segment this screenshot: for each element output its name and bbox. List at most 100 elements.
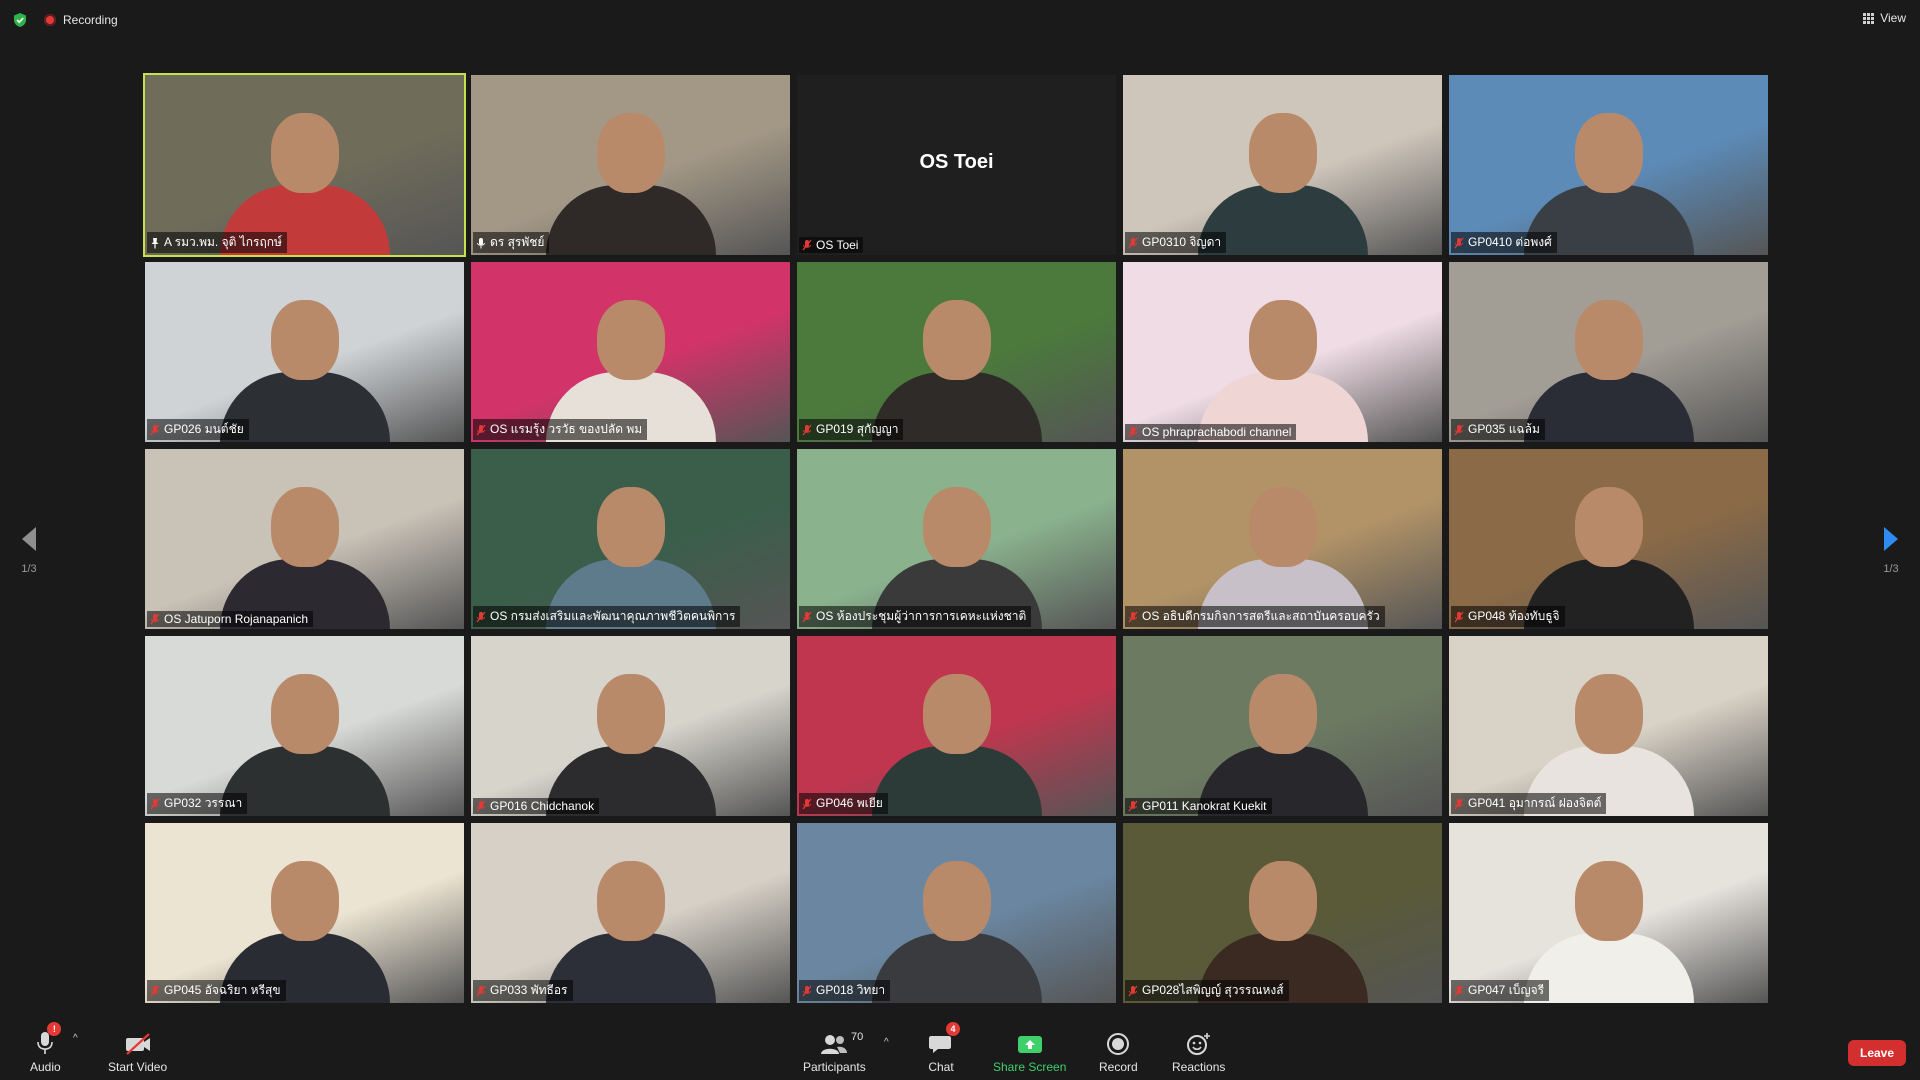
leave-button[interactable]: Leave [1848, 1040, 1906, 1066]
participant-tile[interactable]: GP033 พัทธีอร [471, 823, 790, 1003]
shield-check-icon[interactable] [12, 12, 28, 28]
participant-video-feed [871, 861, 1042, 1003]
participant-name-tag: GP016 Chidchanok [473, 798, 600, 814]
participant-tile[interactable]: OS ห้องประชุมผู้ว่าการการเคหะแห่งชาติ [797, 449, 1116, 629]
chat-label: Chat [928, 1060, 954, 1074]
view-button[interactable]: View [1863, 11, 1906, 25]
start-video-button[interactable]: Start Video [108, 1026, 167, 1074]
participant-name-label: OS แรมรุ้ง วรวัธ ของปลัด พม [490, 422, 643, 436]
record-icon [1107, 1033, 1130, 1055]
recording-label: Recording [63, 13, 118, 27]
participant-name-tag: GP0310 จิญดา [1125, 232, 1227, 253]
microphone-muted-icon [1454, 611, 1464, 622]
microphone-muted-icon [802, 985, 812, 996]
participant-tile[interactable]: OS Jatuporn Rojanapanich [145, 449, 464, 629]
grid-view-icon [1863, 12, 1875, 24]
participant-name-tag: GP0410 ต่อพงศ์ [1451, 232, 1557, 253]
participant-tile[interactable]: A รมว.พม. จุติ ไกรฤกษ์ [143, 73, 466, 257]
participant-tile[interactable]: GP028ไสพิญญ์ สุวรรณหงส์ [1123, 823, 1442, 1003]
audio-button[interactable]: ! Audio [30, 1022, 62, 1074]
record-button[interactable]: Record [1099, 1026, 1138, 1074]
audio-options-caret-icon[interactable]: ^ [73, 1033, 78, 1044]
participant-tile[interactable]: ดร สุรพัชย์ [471, 75, 790, 255]
participant-name-tag: GP011 Kanokrat Kuekit [1125, 798, 1272, 814]
participant-name-tag: GP048 ท้องทับธูจิ [1451, 606, 1565, 627]
participant-name-tag: GP035 แฉล้ม [1451, 419, 1545, 440]
participant-tile[interactable]: GP046 พเยีย [797, 636, 1116, 816]
participant-tile[interactable]: OS phraprachabodi channel [1123, 262, 1442, 442]
participant-name-label: GP045 อัจฉริยา หรีสุข [164, 983, 281, 997]
previous-page-button[interactable]: 1/3 [14, 526, 44, 575]
participant-name-tag: A รมว.พม. จุติ ไกรฤกษ์ [147, 232, 287, 253]
participant-name-tag: GP018 วิทยา [799, 980, 891, 1001]
participant-video-feed [1197, 113, 1368, 255]
participant-tile[interactable]: GP045 อัจฉริยา หรีสุข [145, 823, 464, 1003]
participant-tile[interactable]: GP019 สุกัญญา [797, 262, 1116, 442]
participants-options-caret-icon[interactable]: ^ [884, 1037, 889, 1048]
participant-tile[interactable]: GP018 วิทยา [797, 823, 1116, 1003]
participant-name-label: GP028ไสพิญญ์ สุวรรณหงส์ [1142, 983, 1284, 997]
recording-indicator[interactable]: Recording [44, 11, 118, 29]
audio-label: Audio [30, 1060, 61, 1074]
microphone-muted-icon [476, 985, 486, 996]
microphone-muted-icon [1128, 611, 1138, 622]
microphone-muted-icon [802, 239, 812, 251]
page-indicator-left: 1/3 [21, 563, 37, 575]
participant-name-label: OS อธิบดีกรมกิจการสตรีและสถาบันครอบครัว [1142, 609, 1380, 623]
participant-name-tag: GP028ไสพิญญ์ สุวรรณหงส์ [1125, 980, 1289, 1001]
participant-name-label: GP026 มนต์ชัย [164, 422, 244, 436]
participant-video-feed [1523, 300, 1694, 442]
participant-name-label: GP0410 ต่อพงศ์ [1468, 235, 1552, 249]
microphone-muted-icon [150, 613, 160, 625]
participant-name-tag: GP026 มนต์ชัย [147, 419, 249, 440]
participant-name-tag: OS แรมรุ้ง วรวัธ ของปลัด พม [473, 419, 648, 440]
participant-name-tag: GP019 สุกัญญา [799, 419, 904, 440]
participant-tile[interactable]: OS กรมส่งเสริมและพัฒนาคุณภาพชีวิตคนพิการ [471, 449, 790, 629]
share-screen-button[interactable]: Share Screen [993, 1026, 1066, 1074]
participant-name-tag: GP033 พัทธีอร [473, 980, 573, 1001]
video-gallery: A รมว.พม. จุติ ไกรฤกษ์ ดร สุรพัชย์ OS Toei… [143, 73, 1776, 1003]
participant-tile[interactable]: OS Toei OS Toei [797, 75, 1116, 255]
participant-name-label: OS กรมส่งเสริมและพัฒนาคุณภาพชีวิตคนพิการ [490, 609, 736, 623]
participants-icon [821, 1035, 848, 1054]
participant-video-feed [871, 674, 1042, 816]
pin-icon [151, 237, 159, 248]
microphone-muted-icon [476, 611, 486, 622]
reactions-button[interactable]: Reactions [1172, 1026, 1225, 1074]
participant-tile[interactable]: OS อธิบดีกรมกิจการสตรีและสถาบันครอบครัว [1123, 449, 1442, 629]
next-page-button[interactable]: 1/3 [1876, 526, 1906, 575]
participant-tile[interactable]: GP0310 จิญดา [1123, 75, 1442, 255]
microphone-muted-icon [150, 798, 160, 809]
microphone-muted-icon [150, 985, 160, 996]
participant-name-label: OS Jatuporn Rojanapanich [164, 612, 309, 626]
participant-tile[interactable]: GP0410 ต่อพงศ์ [1449, 75, 1768, 255]
participant-video-feed [1523, 861, 1694, 1003]
participant-tile[interactable]: GP016 Chidchanok [471, 636, 790, 816]
participant-name-tag: OS Jatuporn Rojanapanich [147, 611, 314, 627]
microphone-muted-icon [476, 800, 486, 812]
participants-count: 70 [851, 1031, 864, 1043]
arrow-right-icon [1884, 527, 1898, 551]
participant-tile[interactable]: GP047 เบ็ญจรี [1449, 823, 1768, 1003]
participant-video-feed [219, 300, 390, 442]
microphone-muted-icon [1128, 800, 1138, 812]
participant-tile[interactable]: GP048 ท้องทับธูจิ [1449, 449, 1768, 629]
participant-display-name: OS Toei [919, 151, 994, 173]
microphone-muted-icon [1454, 237, 1464, 248]
participant-name-label: OS phraprachabodi channel [1142, 425, 1292, 439]
participant-tile[interactable]: GP011 Kanokrat Kuekit [1123, 636, 1442, 816]
participant-tile[interactable]: GP026 มนต์ชัย [145, 262, 464, 442]
participant-name-tag: OS อธิบดีกรมกิจการสตรีและสถาบันครอบครัว [1125, 606, 1385, 627]
participant-tile[interactable]: GP032 วรรณา [145, 636, 464, 816]
microphone-muted-icon [150, 424, 160, 435]
chat-button[interactable]: 4 Chat [928, 1022, 960, 1074]
participant-tile[interactable]: GP041 อุมากรณ์ ฝองจิตต์ [1449, 636, 1768, 816]
participant-name-label: GP0310 จิญดา [1142, 235, 1222, 249]
participant-name-label: GP048 ท้องทับธูจิ [1468, 609, 1560, 623]
meeting-toolbar: ! Audio ^ Start Video Participants 70 ^ [0, 1008, 1920, 1080]
participant-tile[interactable]: GP035 แฉล้ม [1449, 262, 1768, 442]
participant-name-tag: GP045 อัจฉริยา หรีสุข [147, 980, 286, 1001]
participant-tile[interactable]: OS แรมรุ้ง วรวัธ ของปลัด พม [471, 262, 790, 442]
view-label: View [1880, 11, 1906, 25]
participant-video-feed [545, 113, 716, 255]
